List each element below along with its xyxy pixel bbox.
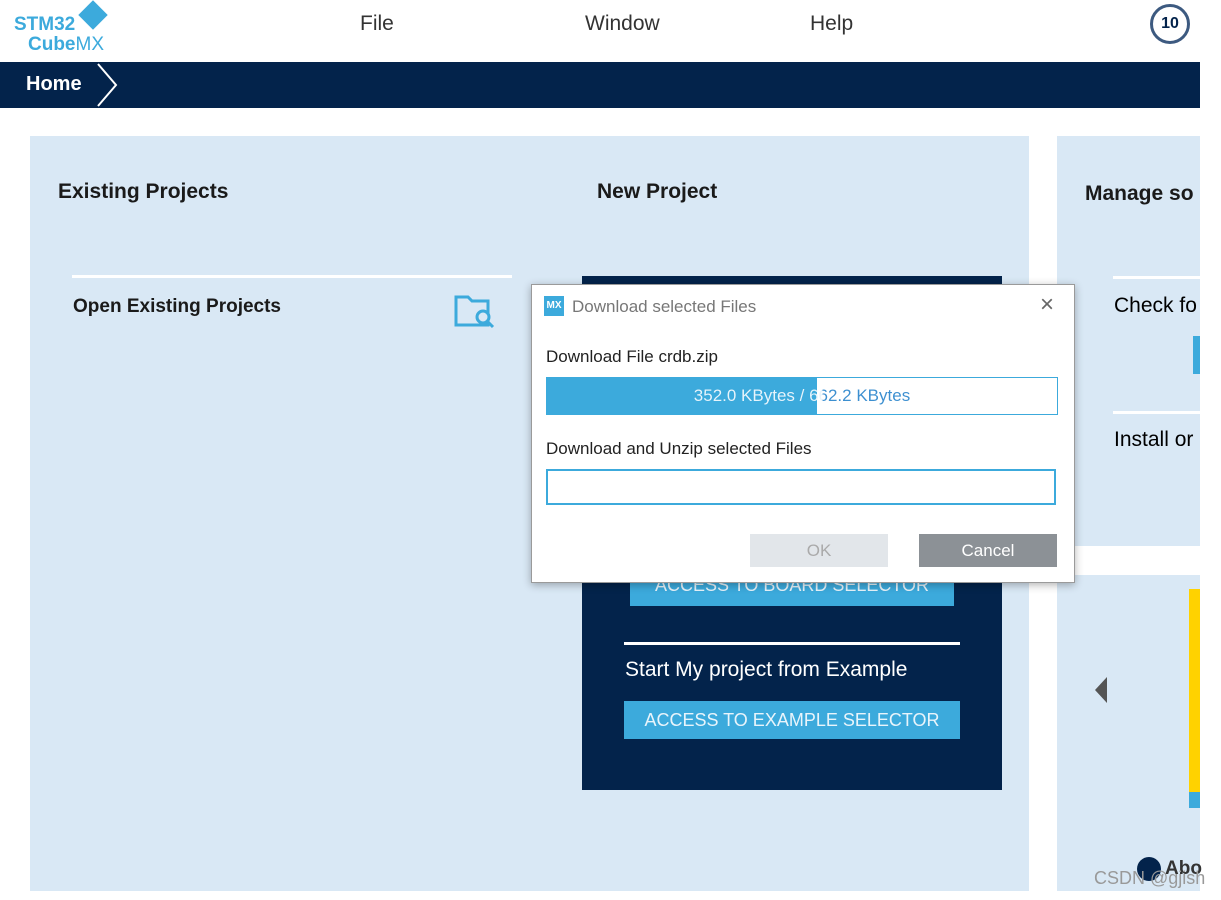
divider: [72, 275, 512, 278]
cube-icon: [78, 0, 108, 30]
manage-panel: Manage so Check fo Install or: [1057, 136, 1203, 546]
chevron-right-icon: [97, 63, 118, 107]
menu-help[interactable]: Help: [810, 12, 853, 36]
download-dialog: MX Download selected Files × Download Fi…: [531, 284, 1075, 583]
breadcrumb-home[interactable]: Home: [26, 73, 82, 96]
close-icon[interactable]: ×: [1040, 291, 1054, 319]
carousel-prev-icon[interactable]: [1095, 677, 1109, 703]
download-file-label: Download File crdb.zip: [546, 347, 718, 366]
logo-text: STM32: [14, 14, 76, 35]
anniversary-badge-icon: 10: [1150, 4, 1190, 44]
check-button[interactable]: [1193, 336, 1200, 374]
folder-search-icon[interactable]: [453, 289, 497, 329]
menu-window[interactable]: Window: [585, 12, 660, 36]
open-existing-projects[interactable]: Open Existing Projects: [73, 296, 281, 318]
cancel-button[interactable]: Cancel: [919, 534, 1057, 567]
breadcrumb: Home: [0, 62, 1200, 108]
divider: [1113, 276, 1203, 279]
divider: [624, 642, 960, 645]
watermark: CSDN @gjish: [1094, 868, 1206, 888]
unzip-label: Download and Unzip selected Files: [546, 439, 812, 458]
progress-text: 352.0 KBytes / 662.2 KBytes: [547, 386, 1057, 406]
dialog-title: Download selected Files: [572, 297, 757, 316]
unzip-progress-bar: [546, 469, 1056, 505]
install-remove[interactable]: Install or: [1114, 428, 1193, 452]
example-title: Start My project from Example: [625, 658, 908, 681]
menu-file[interactable]: File: [360, 12, 394, 36]
ok-button[interactable]: OK: [750, 534, 888, 567]
manage-title: Manage so: [1085, 182, 1194, 205]
existing-projects-title: Existing Projects: [58, 180, 229, 203]
new-project-title: New Project: [597, 180, 718, 203]
logo-text-2: CubeMX: [28, 34, 104, 55]
news-panel: Abo: [1057, 575, 1202, 891]
app-logo: STM32 CubeMX: [14, 0, 114, 56]
divider: [1113, 411, 1203, 414]
download-progress-bar: 352.0 KBytes / 662.2 KBytes: [546, 377, 1058, 415]
news-banner[interactable]: [1189, 589, 1200, 808]
mx-app-icon: MX: [544, 296, 564, 316]
check-updates[interactable]: Check fo: [1114, 294, 1197, 318]
access-example-selector-button[interactable]: ACCESS TO EXAMPLE SELECTOR: [624, 701, 960, 739]
